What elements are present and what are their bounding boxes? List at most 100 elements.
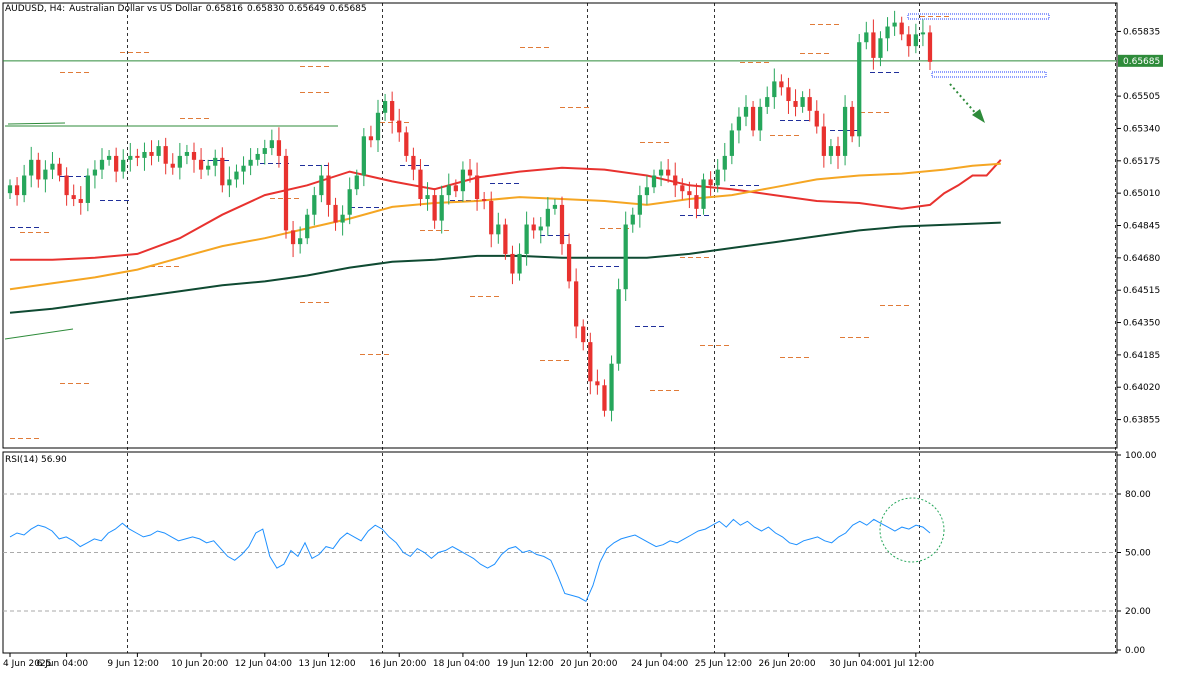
candle-bear (850, 106, 855, 137)
candle-bull (651, 175, 657, 188)
chart-canvas[interactable]: 0.65835 0.65505 0.65340 0.65175 0.65010 0.648… (0, 0, 1200, 675)
candle-bull (92, 169, 98, 176)
candle-bear (114, 155, 119, 172)
rsi-tick-label: 0.00 (1125, 646, 1145, 656)
rsi-series (9, 518, 931, 603)
candle-bull (213, 157, 218, 166)
candle-bear (694, 195, 699, 209)
candle-bull (50, 163, 55, 170)
chart-header: AUDUSD, H4: Australian Dollar vs US Dolla… (5, 4, 371, 14)
price-tick-label: 0.64515 (1123, 286, 1160, 296)
candle-bull (340, 214, 345, 223)
time-tick-label: 16 Jun 20:00 (369, 659, 426, 669)
candle-bull (715, 169, 720, 186)
trend-line (7, 122, 66, 125)
symbol-label: AUDUSD, H4: (5, 4, 66, 14)
candle-bull (298, 238, 303, 245)
candle-bull (765, 97, 770, 107)
ohlc-low: 0.65649 (288, 4, 326, 14)
candle-bull (864, 32, 869, 43)
candle-bull (227, 179, 232, 186)
price-axis: 0.65835 0.65505 0.65340 0.65175 0.65010 0.648… (1117, 27, 1163, 426)
candle-bear (750, 106, 756, 131)
candle-bull (545, 208, 550, 227)
candle-bear (170, 163, 175, 168)
candle-bear (482, 199, 487, 201)
candle-bull (623, 224, 628, 290)
candle-bull (609, 363, 614, 411)
candle-bull (729, 130, 734, 156)
candle-bull (347, 189, 352, 215)
candle-bear (489, 200, 494, 235)
candle-bull (128, 155, 133, 160)
highlight-circle-icon (879, 497, 945, 563)
time-tick-label: 30 Jun 04:00 (829, 659, 886, 669)
price-tick-label: 0.64350 (1123, 319, 1160, 329)
rsi-axis: 100.00 80.00 50.00 20.00 0.00 (1117, 451, 1157, 656)
candle-bull (772, 81, 777, 98)
time-tick-label: 20 Jun 20:00 (560, 659, 617, 669)
candle-bear (602, 385, 607, 411)
candle-bull (758, 106, 763, 131)
time-axis: 4 Jun 20256 Jun 04:00 9 Jun 12:00 10 Jun 2… (3, 653, 934, 669)
candle-bull (644, 187, 650, 196)
candle-bull (248, 159, 253, 166)
candle-bull (892, 22, 897, 27)
rsi-tick-label: 100.00 (1125, 451, 1157, 461)
candle-bull (439, 195, 444, 221)
candle-bull (29, 159, 34, 176)
price-tick-label: 0.65175 (1123, 157, 1160, 167)
candle-bull (913, 34, 918, 47)
current-price-label: 0.65685 (1123, 57, 1160, 67)
candle-bear (57, 163, 62, 176)
candle-bull (142, 151, 147, 158)
time-tick-label: 10 Jun 20:00 (171, 659, 228, 669)
time-tick-label: 24 Jun 04:00 (631, 659, 688, 669)
candle-bull (800, 97, 805, 107)
candle-bear (467, 169, 473, 176)
candle-bear (474, 175, 480, 200)
ohlc-open: 0.65816 (205, 4, 243, 14)
candle-bear (786, 87, 791, 102)
candle-bull (361, 136, 366, 176)
candle-bear (78, 199, 83, 203)
candle-bull (658, 169, 664, 176)
rsi-line (9, 518, 931, 603)
candle-bear (290, 230, 296, 245)
candle-bull (177, 155, 182, 168)
rsi-tick-label: 50.00 (1125, 549, 1151, 559)
candle-bear (807, 97, 812, 111)
candle-bear (835, 146, 841, 156)
candle-bear (135, 155, 140, 158)
candle-bear (581, 326, 586, 343)
candle-bear (595, 381, 600, 386)
time-tick-label: 12 Jun 04:00 (235, 659, 292, 669)
candle-bull (920, 32, 926, 35)
time-tick-label: 9 Jun 12:00 (107, 659, 159, 669)
candle-bear (899, 22, 904, 35)
candle-bull (85, 175, 90, 203)
candle-bull (319, 175, 324, 196)
vertical-grid (127, 3, 1116, 653)
candle-bear (510, 253, 515, 274)
candle-bear (673, 175, 678, 186)
price-tick-label: 0.64680 (1123, 254, 1160, 264)
candle-bull (616, 289, 621, 364)
time-tick-label: 26 Jun 20:00 (758, 659, 815, 669)
candle-bull (736, 116, 742, 131)
candle-bear (687, 191, 692, 196)
candle-bear (559, 204, 565, 245)
candle-bear (368, 136, 374, 141)
candle-bear (404, 132, 409, 156)
candle-bear (432, 195, 437, 221)
candle-bull (234, 171, 239, 180)
price-tick-label: 0.65010 (1123, 189, 1160, 199)
candle-bear (871, 32, 876, 58)
ohlc-high: 0.65830 (246, 4, 285, 14)
candle-bear (283, 155, 289, 231)
time-tick-label: 18 Jun 04:00 (433, 659, 490, 669)
candle-bull (425, 195, 430, 200)
candle-bull (269, 140, 274, 149)
candle-bear (680, 185, 685, 192)
candle-bear (418, 169, 423, 200)
